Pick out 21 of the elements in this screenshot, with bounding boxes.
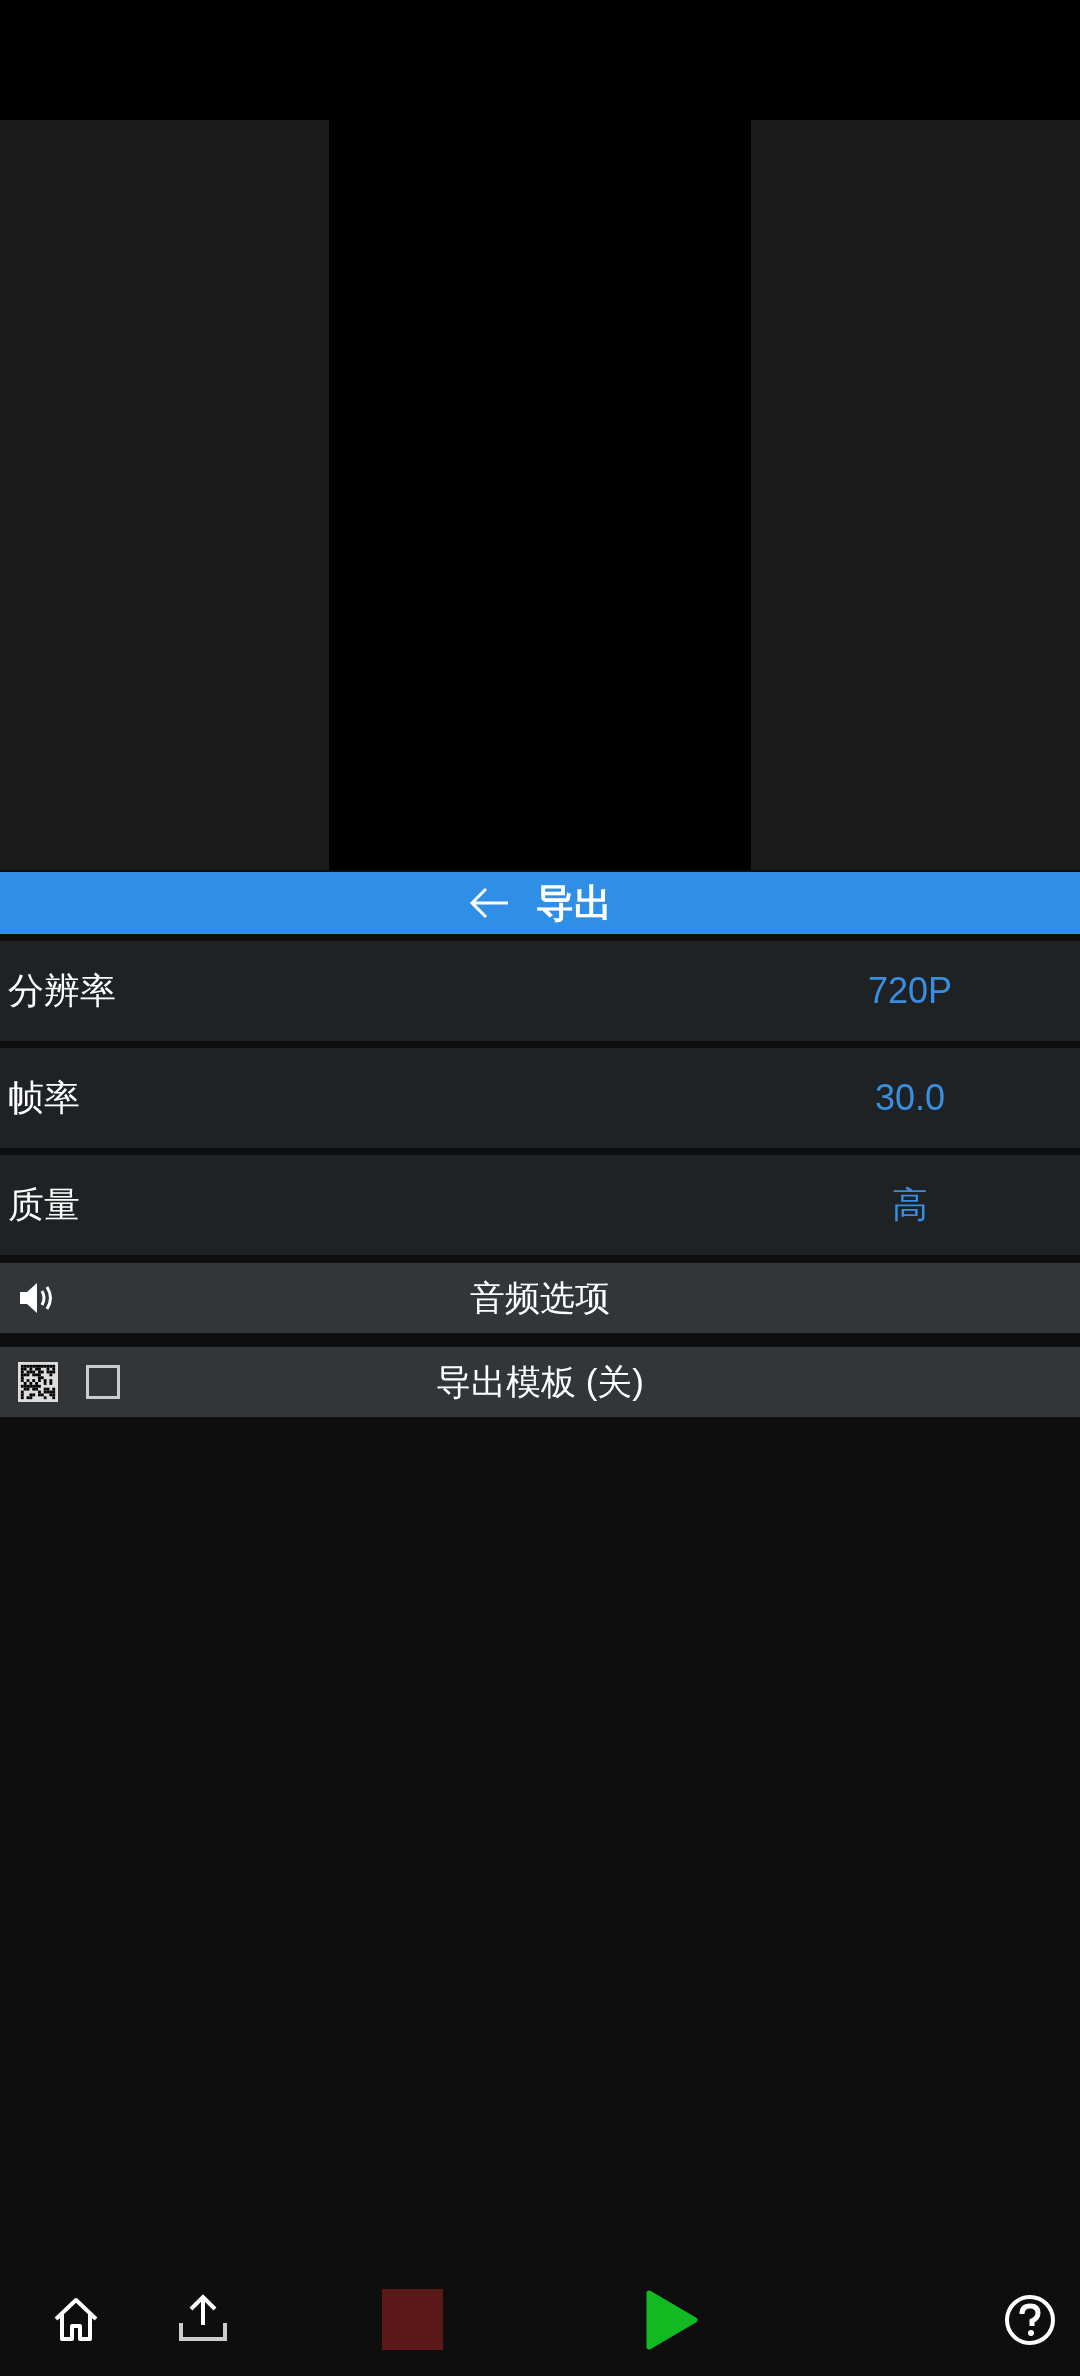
setting-label: 分辨率: [7, 968, 117, 1013]
setting-row[interactable]: 帧率 30.0: [0, 1048, 1080, 1148]
template-checkbox[interactable]: [86, 1365, 120, 1399]
play-button[interactable]: [645, 2289, 699, 2351]
audio-options-bar[interactable]: 音频选项: [0, 1263, 1080, 1333]
audio-options-label: 音频选项: [470, 1276, 610, 1319]
help-icon[interactable]: [1004, 2294, 1056, 2346]
setting-value: 高: [891, 1182, 929, 1227]
setting-value: 720P: [866, 970, 954, 1012]
setting-value: 30.0: [873, 1077, 947, 1119]
export-template-bar[interactable]: 导出模板 (关): [0, 1347, 1080, 1417]
home-icon[interactable]: [52, 2295, 100, 2343]
qr-code-icon[interactable]: [18, 1362, 58, 1402]
setting-label: 帧率: [7, 1075, 81, 1120]
back-arrow-icon[interactable]: [468, 886, 510, 920]
upload-icon[interactable]: [178, 2293, 228, 2343]
header-title: 导出: [536, 880, 612, 926]
setting-row[interactable]: 质量 高: [0, 1155, 1080, 1255]
export-template-label: 导出模板 (关): [435, 1360, 644, 1403]
setting-row[interactable]: 分辨率 720P: [0, 941, 1080, 1041]
setting-label: 质量: [7, 1182, 81, 1227]
